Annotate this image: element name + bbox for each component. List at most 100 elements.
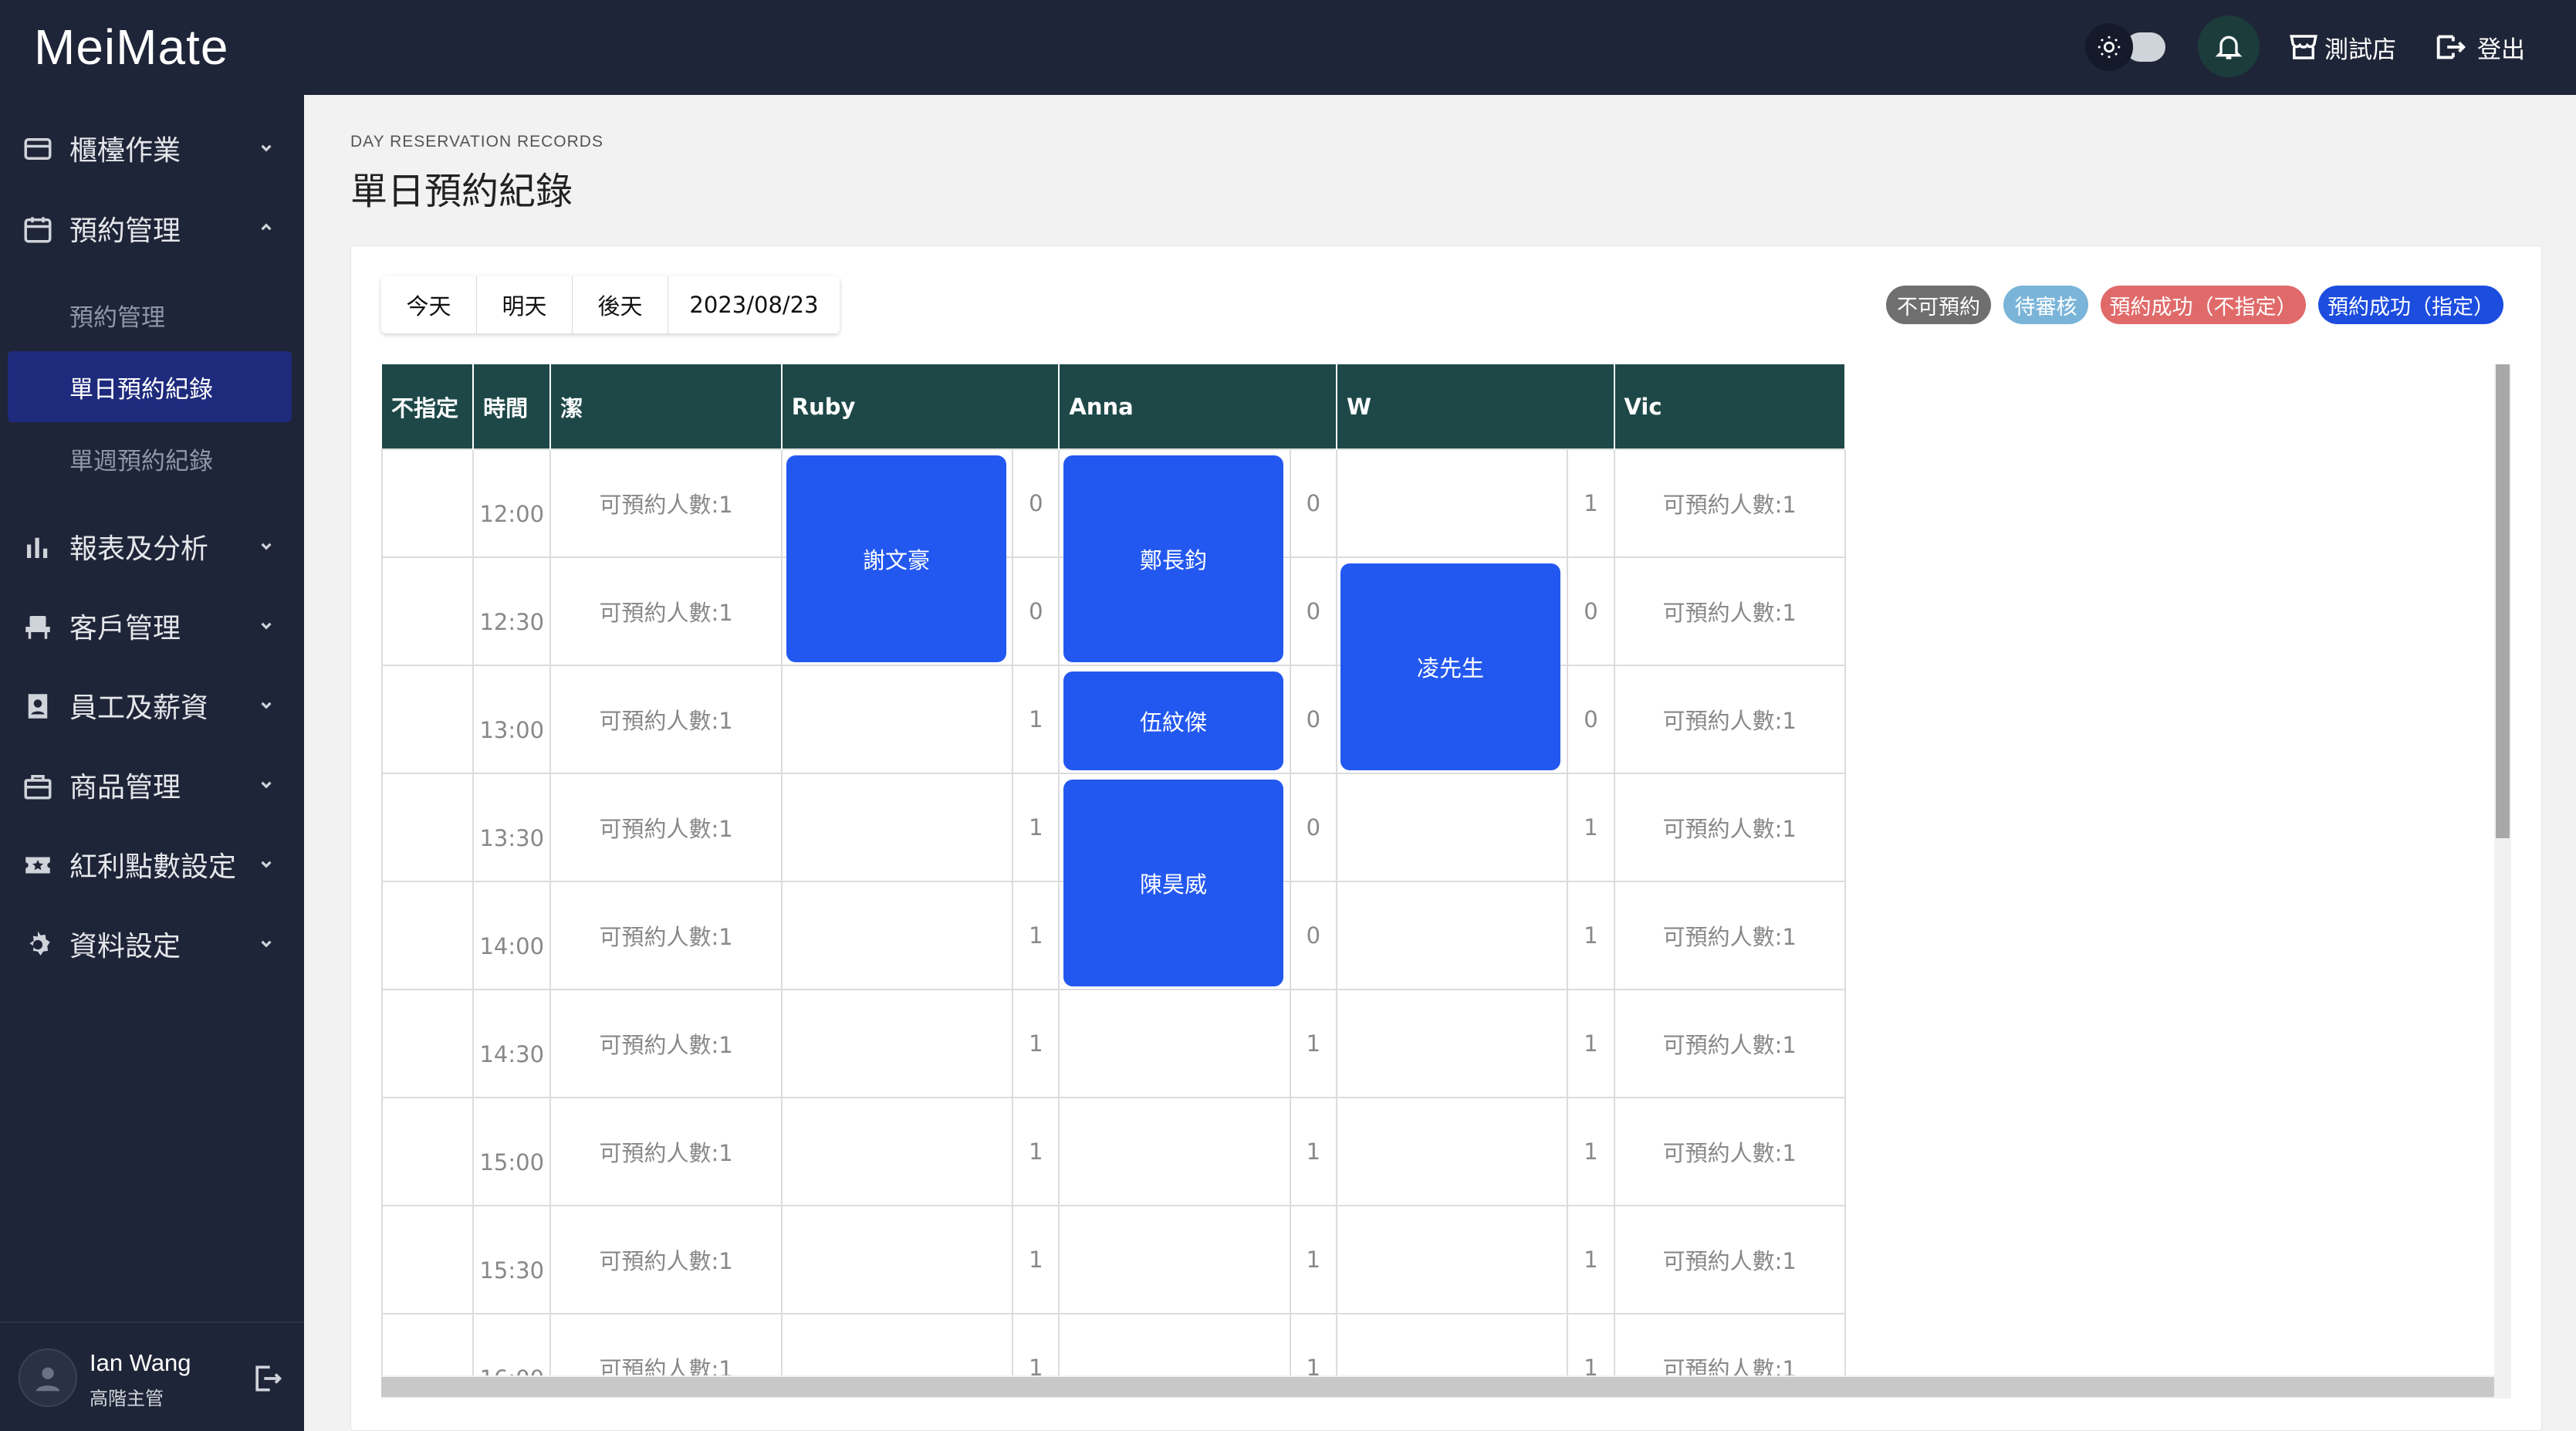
- unassigned-cell[interactable]: [381, 665, 475, 774]
- legend-confirmed-assigned: 預約成功（指定）: [2318, 286, 2503, 324]
- sidebar-group-label: 員工及薪資: [69, 692, 209, 724]
- app-logo[interactable]: MeiMate: [34, 19, 228, 76]
- availability-count: 1: [1567, 881, 1615, 990]
- day-after-button[interactable]: 後天: [573, 276, 668, 333]
- staff-slot-cell[interactable]: 可預約人數:1: [549, 881, 783, 990]
- horizontal-scrollbar-thumb[interactable]: [381, 1377, 2494, 1397]
- sidebar-group-label: 櫃檯作業: [69, 135, 181, 167]
- staff-slot-cell[interactable]: 可預約人數:1: [549, 556, 783, 666]
- column-header-staff: Anna: [1059, 364, 1337, 449]
- legend-pending: 待審核: [2003, 286, 2088, 324]
- staff-slot-cell[interactable]: [780, 1205, 1014, 1314]
- staff-slot-cell[interactable]: 可預約人數:1: [549, 1097, 783, 1206]
- time-cell: 14:30: [472, 989, 552, 1098]
- logout-icon[interactable]: [250, 1362, 284, 1395]
- today-button[interactable]: 今天: [381, 276, 477, 333]
- availability-count: 1: [1012, 989, 1060, 1098]
- sidebar-group-counter[interactable]: 櫃檯作業: [0, 117, 304, 179]
- sidebar-group-label: 商品管理: [69, 772, 181, 803]
- date-selector: 今天 明天 後天 2023/08/23: [381, 276, 840, 333]
- staff-slot-cell[interactable]: [1335, 448, 1569, 558]
- top-bar: MeiMate 測試店 登出: [0, 0, 2576, 95]
- sidebar-item-reservation-management[interactable]: 預約管理: [8, 279, 292, 350]
- chevron-down-icon: [261, 622, 272, 630]
- staff-slot-cell[interactable]: 可預約人數:1: [1613, 989, 1846, 1098]
- staff-slot-cell[interactable]: [1058, 1097, 1291, 1206]
- booking-block[interactable]: 謝文豪: [786, 455, 1006, 662]
- date-picker-button[interactable]: 2023/08/23: [668, 276, 840, 333]
- sidebar-group-staff[interactable]: 員工及薪資: [0, 675, 304, 736]
- staff-slot-cell[interactable]: 可預約人數:1: [1613, 556, 1846, 666]
- sidebar-group-reports[interactable]: 報表及分析: [0, 516, 304, 577]
- staff-slot-cell[interactable]: [1335, 773, 1569, 882]
- store-switcher[interactable]: 測試店: [2287, 28, 2396, 66]
- sidebar-item-day-records[interactable]: 單日預約紀錄: [8, 351, 292, 422]
- availability-count: 0: [1289, 665, 1337, 774]
- ticket-star-icon: [25, 857, 50, 874]
- unassigned-cell[interactable]: [381, 448, 475, 558]
- store-icon: [2290, 35, 2317, 59]
- unassigned-cell[interactable]: [381, 1097, 475, 1206]
- staff-slot-cell[interactable]: 可預約人數:1: [549, 773, 783, 882]
- staff-slot-cell[interactable]: [780, 881, 1014, 990]
- column-header-time: 時間: [473, 364, 552, 449]
- sidebar-group-customers[interactable]: 客戶管理: [0, 595, 304, 657]
- chevron-down-icon: [261, 543, 272, 550]
- staff-slot-cell[interactable]: [1335, 1097, 1569, 1206]
- notification-bell-icon[interactable]: [2198, 15, 2260, 77]
- staff-slot-cell[interactable]: [1335, 989, 1569, 1098]
- unassigned-cell[interactable]: [381, 881, 475, 990]
- column-header-staff: Vic: [1614, 364, 1846, 449]
- booking-block[interactable]: 凌先生: [1340, 563, 1560, 770]
- sidebar-group-reservation[interactable]: 預約管理: [0, 198, 304, 259]
- unassigned-cell[interactable]: [381, 556, 475, 666]
- availability-count: 1: [1289, 1097, 1337, 1206]
- staff-slot-cell[interactable]: 可預約人數:1: [1613, 448, 1846, 558]
- sidebar-group-products[interactable]: 商品管理: [0, 754, 304, 816]
- availability-count: 0: [1289, 881, 1337, 990]
- chevron-down-icon: [261, 144, 272, 152]
- staff-slot-cell[interactable]: [1058, 989, 1291, 1098]
- sidebar-item-week-records[interactable]: 單週預約紀錄: [8, 423, 292, 494]
- time-cell: 14:00: [472, 881, 552, 990]
- avatar[interactable]: [19, 1348, 77, 1407]
- user-icon: [35, 1367, 60, 1392]
- staff-slot-cell[interactable]: 可預約人數:1: [549, 989, 783, 1098]
- logout-button[interactable]: 登出: [2432, 28, 2525, 66]
- reservation-table-viewport[interactable]: 不指定 時間 潔 Ruby Anna W Vic 12:00 可預約人數:1 0 0 1…: [381, 364, 2511, 1399]
- sidebar-group-bonus-points[interactable]: 紅利點數設定: [0, 834, 304, 895]
- availability-count: 0: [1289, 448, 1337, 558]
- unassigned-cell[interactable]: [381, 989, 475, 1098]
- staff-slot-cell[interactable]: 可預約人數:1: [1613, 881, 1846, 990]
- booking-block[interactable]: 伍紋傑: [1063, 672, 1283, 770]
- sidebar-group-label: 報表及分析: [69, 533, 209, 565]
- staff-slot-cell[interactable]: 可預約人數:1: [1613, 665, 1846, 774]
- staff-slot-cell[interactable]: 可預約人數:1: [549, 448, 783, 558]
- unassigned-cell[interactable]: [381, 773, 475, 882]
- chair-icon: [25, 616, 50, 639]
- staff-slot-cell[interactable]: [1058, 1205, 1291, 1314]
- sun-icon[interactable]: [2085, 23, 2133, 71]
- theme-toggle[interactable]: [2085, 23, 2165, 71]
- staff-slot-cell[interactable]: [1335, 1205, 1569, 1314]
- sidebar-group-label: 客戶管理: [69, 613, 181, 644]
- tomorrow-button[interactable]: 明天: [477, 276, 573, 333]
- staff-slot-cell[interactable]: [1335, 881, 1569, 990]
- booking-block[interactable]: 陳昊威: [1063, 780, 1283, 986]
- availability-count: 1: [1012, 1205, 1060, 1314]
- staff-slot-cell[interactable]: [780, 665, 1014, 774]
- staff-slot-cell[interactable]: 可預約人數:1: [549, 665, 783, 774]
- staff-slot-cell[interactable]: 可預約人數:1: [1613, 1097, 1846, 1206]
- staff-slot-cell[interactable]: [780, 773, 1014, 882]
- sidebar-group-settings[interactable]: 資料設定: [0, 913, 304, 975]
- staff-slot-cell[interactable]: 可預約人數:1: [1613, 773, 1846, 882]
- vertical-scrollbar-thumb[interactable]: [2496, 364, 2510, 838]
- staff-slot-cell[interactable]: 可預約人數:1: [1613, 1205, 1846, 1314]
- unassigned-cell[interactable]: [381, 1205, 475, 1314]
- staff-slot-cell[interactable]: 可預約人數:1: [549, 1205, 783, 1314]
- column-header-staff: W: [1336, 364, 1615, 449]
- staff-slot-cell[interactable]: [780, 989, 1014, 1098]
- booking-block[interactable]: 鄭長鈞: [1063, 455, 1283, 662]
- staff-slot-cell[interactable]: [780, 1097, 1014, 1206]
- availability-count: 0: [1289, 556, 1337, 666]
